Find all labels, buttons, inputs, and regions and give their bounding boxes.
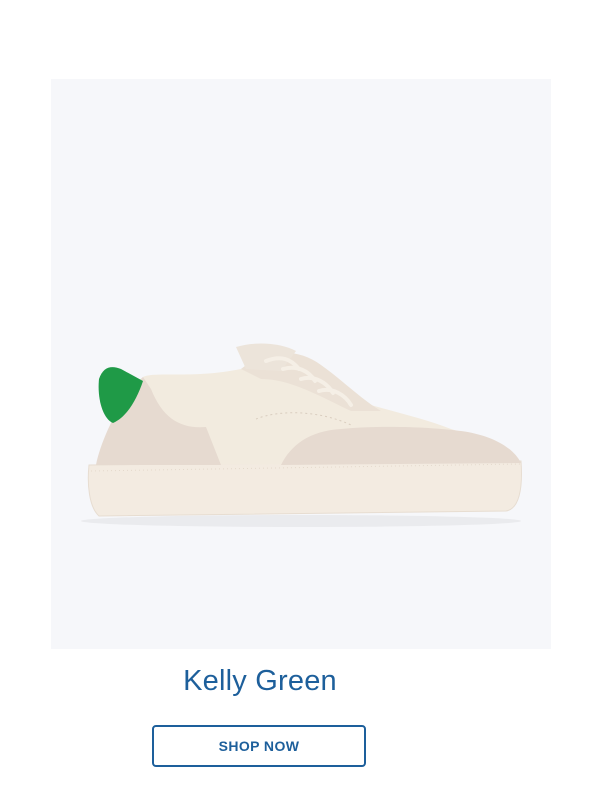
product-color-name: Kelly Green: [183, 665, 337, 697]
sneaker-image: [81, 343, 522, 527]
product-image[interactable]: [51, 79, 551, 649]
shop-now-button[interactable]: SHOP NOW: [152, 725, 366, 767]
product-card: Kelly Green SHOP NOW: [0, 0, 603, 807]
